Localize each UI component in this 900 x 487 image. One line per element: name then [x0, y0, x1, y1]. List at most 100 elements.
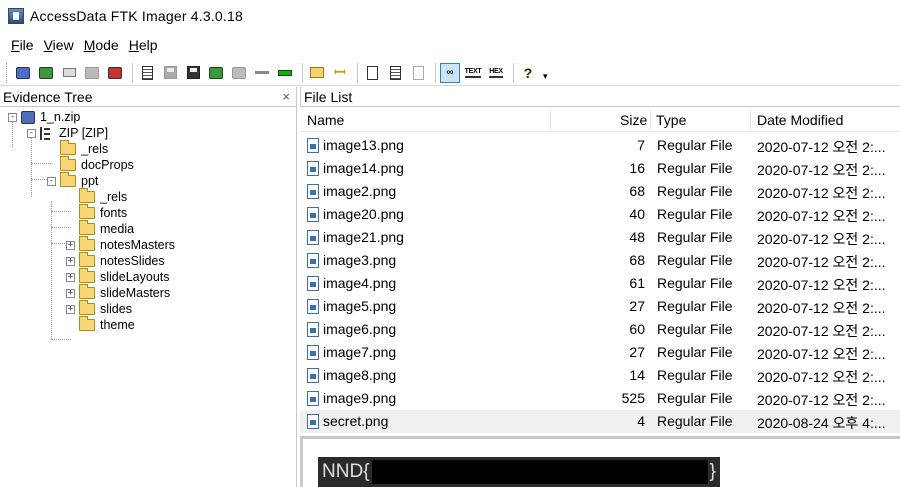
collapse-icon[interactable]: -: [27, 128, 36, 138]
menu-file[interactable]: File: [6, 35, 39, 55]
help-button[interactable]: ?: [518, 63, 538, 83]
remove-evidence-button[interactable]: [105, 63, 125, 83]
export-disk-image-button[interactable]: [160, 63, 180, 83]
tree-node-slidelayouts[interactable]: + slideLayouts: [66, 268, 170, 285]
image-mounting-button[interactable]: [59, 63, 79, 83]
file-size: 40: [629, 206, 645, 222]
file-row[interactable]: image7.png 27 Regular File 2020-07-12 오전…: [300, 341, 900, 364]
column-date-modified[interactable]: Date Modified: [757, 112, 843, 128]
file-date: 2020-07-12 오전 2:...: [757, 392, 886, 408]
tree-node-rels[interactable]: _rels: [60, 140, 109, 157]
tree-node-notesmasters[interactable]: + notesMasters: [66, 236, 175, 253]
detect-efs-button[interactable]: [229, 63, 249, 83]
toolbar-separator: [357, 62, 358, 83]
unmount-button[interactable]: [82, 63, 102, 83]
file-row-selected[interactable]: secret.png 4 Regular File 2020-08-24 오후 …: [300, 410, 900, 433]
file-size: 4: [637, 413, 645, 429]
file-type: Regular File: [657, 275, 733, 291]
image-page-button[interactable]: [408, 63, 428, 83]
column-divider[interactable]: [650, 110, 651, 130]
tree-node-fonts[interactable]: fonts: [79, 204, 127, 221]
file-size: 7: [637, 137, 645, 153]
file-list-column-header: Name Size Type Date Modified: [300, 108, 900, 132]
close-icon[interactable]: ×: [282, 89, 290, 104]
add-evidence-button[interactable]: [13, 63, 33, 83]
column-size[interactable]: Size: [620, 112, 647, 128]
create-disk-image-button[interactable]: [137, 63, 157, 83]
file-row[interactable]: image5.png 27 Regular File 2020-07-12 오전…: [300, 295, 900, 318]
add-all-evidence-button[interactable]: [36, 63, 56, 83]
capture-memory-button[interactable]: [183, 63, 203, 83]
tree-node-1-n-zip[interactable]: - 1_n.zip: [8, 109, 80, 125]
page-button[interactable]: [362, 63, 382, 83]
tree-node-theme[interactable]: theme: [79, 316, 135, 333]
file-row[interactable]: image20.png 40 Regular File 2020-07-12 오…: [300, 203, 900, 226]
file-row[interactable]: image2.png 68 Regular File 2020-07-12 오전…: [300, 180, 900, 203]
tree-node-ppt[interactable]: - ppt: [47, 172, 98, 189]
file-row[interactable]: image21.png 48 Regular File 2020-07-12 오…: [300, 226, 900, 249]
expand-icon[interactable]: +: [66, 288, 75, 298]
tree-node-zip[interactable]: - ZIP [ZIP]: [27, 125, 108, 141]
hex-view-button[interactable]: HEX: [486, 63, 506, 83]
column-type[interactable]: Type: [656, 112, 686, 128]
column-divider[interactable]: [550, 110, 551, 130]
menu-view[interactable]: View: [39, 35, 79, 55]
file-type: Regular File: [657, 344, 733, 360]
file-type: Regular File: [657, 413, 733, 429]
tree-node-slidemasters[interactable]: + slideMasters: [66, 284, 170, 301]
tree-node-label: _rels: [81, 142, 109, 156]
create-disk-image-icon: [141, 65, 153, 80]
tree-node-ppt-rels[interactable]: _rels: [79, 188, 127, 205]
menu-file-accel: F: [11, 37, 20, 53]
natural-view-button[interactable]: ∞: [440, 62, 460, 83]
expand-icon[interactable]: +: [66, 256, 75, 266]
folder-button[interactable]: [307, 63, 327, 83]
tree-node-media[interactable]: media: [79, 220, 134, 237]
expand-icon[interactable]: +: [66, 240, 75, 250]
toolbar-overflow-icon[interactable]: ▾: [543, 71, 548, 82]
expand-icon[interactable]: +: [66, 304, 75, 314]
obtain-protected-files-button[interactable]: [206, 63, 226, 83]
add-evidence-icon: [16, 66, 30, 79]
file-row[interactable]: image8.png 14 Regular File 2020-07-12 오전…: [300, 364, 900, 387]
key-icon: ꟷ: [334, 64, 346, 80]
tree-node-label: notesSlides: [100, 254, 165, 268]
file-name: image8.png: [323, 367, 397, 383]
file-viewer-pane[interactable]: NND{ }: [300, 436, 900, 487]
file-size: 61: [629, 275, 645, 291]
folder-icon: [79, 188, 95, 203]
file-row[interactable]: image14.png 16 Regular File 2020-07-12 오…: [300, 157, 900, 180]
menu-mode[interactable]: Mode: [79, 35, 124, 55]
text-view-button[interactable]: TEXT: [463, 63, 483, 83]
file-row[interactable]: image4.png 61 Regular File 2020-07-12 오전…: [300, 272, 900, 295]
toolbar-grip[interactable]: [6, 62, 9, 83]
file-row[interactable]: image6.png 60 Regular File 2020-07-12 오전…: [300, 318, 900, 341]
hash-list-button[interactable]: [275, 63, 295, 83]
tree-node-slides[interactable]: + slides: [66, 300, 132, 317]
column-name[interactable]: Name: [307, 112, 344, 128]
collapse-icon[interactable]: -: [47, 176, 56, 186]
menu-help[interactable]: Help: [124, 35, 163, 55]
redacted-text: [371, 460, 708, 484]
toolbar: ꟷ ∞ TEXT HEX ? ▾: [0, 60, 900, 86]
file-row[interactable]: image9.png 525 Regular File 2020-07-12 오…: [300, 387, 900, 410]
expand-icon[interactable]: +: [66, 272, 75, 282]
hash-list-icon: [278, 69, 292, 76]
tree-node-label: theme: [100, 318, 135, 332]
column-divider[interactable]: [750, 110, 751, 130]
export-files-button[interactable]: [252, 63, 272, 83]
file-size: 27: [629, 298, 645, 314]
file-type: Regular File: [657, 252, 733, 268]
file-row[interactable]: image3.png 68 Regular File 2020-07-12 오전…: [300, 249, 900, 272]
title-bar: AccessData FTK Imager 4.3.0.18: [0, 0, 900, 32]
text-page-icon: [389, 65, 401, 80]
key-button[interactable]: ꟷ: [330, 63, 350, 83]
file-row[interactable]: image13.png 7 Regular File 2020-07-12 오전…: [300, 134, 900, 157]
tree-node-docprops[interactable]: docProps: [60, 156, 134, 173]
collapse-icon[interactable]: -: [8, 112, 17, 122]
tree-node-notesslides[interactable]: + notesSlides: [66, 252, 165, 269]
file-date: 2020-07-12 오전 2:...: [757, 139, 886, 155]
tree-node-label: docProps: [81, 158, 134, 172]
partition-icon: [40, 126, 52, 140]
text-page-button[interactable]: [385, 63, 405, 83]
